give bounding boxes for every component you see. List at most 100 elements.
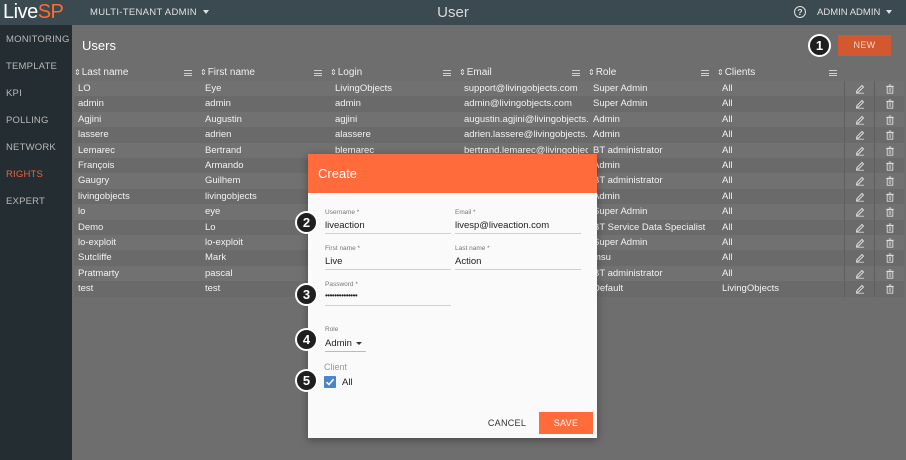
table-cell: All — [722, 144, 733, 156]
users-heading: Users — [82, 38, 116, 53]
delete-button[interactable] — [874, 281, 904, 297]
column-menu-icon[interactable] — [443, 70, 451, 76]
edit-button[interactable] — [844, 173, 874, 189]
table-cell: BT administrator — [593, 144, 663, 156]
sort-icon: ⇕ — [330, 68, 337, 77]
edit-button[interactable] — [844, 235, 874, 251]
edit-button[interactable] — [844, 142, 874, 158]
email-input[interactable]: livesp@liveaction.com — [455, 220, 549, 231]
table-cell: All — [722, 237, 733, 248]
table-row[interactable]: lassere adrien alassere adrien.lassere@livi… — [74, 127, 904, 143]
cancel-button[interactable]: CANCEL — [483, 412, 531, 434]
column-menu-icon[interactable] — [184, 70, 192, 76]
table-cell: augustin.agjini@livingobjects.com — [464, 113, 588, 125]
delete-button[interactable] — [874, 142, 904, 158]
column-header-clients[interactable]: ⇕Clients — [717, 67, 755, 78]
sidebar-item-network[interactable]: NETWORK — [6, 142, 56, 153]
role-underline — [325, 351, 366, 352]
email-underline — [455, 233, 581, 234]
delete-button[interactable] — [874, 96, 904, 112]
delete-button[interactable] — [874, 235, 904, 251]
pencil-icon — [855, 130, 865, 140]
password-input[interactable]: •••••••••••••• — [325, 291, 358, 300]
delete-button[interactable] — [874, 81, 904, 97]
table-cell: BT administrator — [593, 267, 663, 279]
table-cell: BT administrator — [593, 175, 663, 187]
first-name-input[interactable]: Live — [325, 256, 342, 267]
edit-button[interactable] — [844, 81, 874, 97]
delete-button[interactable] — [874, 173, 904, 189]
column-menu-icon[interactable] — [314, 70, 322, 76]
new-user-button[interactable]: NEW — [838, 35, 891, 56]
check-icon — [325, 378, 335, 386]
column-header-role[interactable]: ⇕Role — [588, 67, 616, 78]
sidebar-item-monitoring[interactable]: MONITORING — [6, 34, 70, 45]
edit-button[interactable] — [844, 250, 874, 266]
column-header-last-name[interactable]: ⇕Last name — [74, 67, 128, 78]
delete-button[interactable] — [874, 265, 904, 282]
column-header-login[interactable]: ⇕Login — [330, 67, 362, 78]
edit-button[interactable] — [844, 158, 874, 174]
user-menu[interactable]: ADMIN ADMIN — [817, 7, 893, 18]
delete-button[interactable] — [874, 111, 904, 128]
client-all-checkbox[interactable] — [324, 376, 336, 388]
trash-icon — [886, 192, 894, 202]
table-cell: All — [722, 83, 733, 94]
edit-button[interactable] — [844, 111, 874, 128]
last-name-input[interactable]: Action — [455, 256, 481, 267]
delete-button[interactable] — [874, 219, 904, 235]
sidebar-item-rights[interactable]: RIGHTS — [6, 169, 43, 180]
last-name-label: Last name * — [455, 245, 490, 252]
edit-button[interactable] — [844, 96, 874, 112]
trash-icon — [886, 253, 894, 264]
table-cell: admin@livingobjects.com — [464, 98, 572, 110]
delete-button[interactable] — [874, 250, 904, 266]
sidebar-item-polling[interactable]: POLLING — [6, 115, 49, 126]
trash-icon — [886, 207, 894, 217]
password-label: Password * — [325, 281, 358, 288]
delete-button[interactable] — [874, 127, 904, 143]
pencil-icon — [855, 269, 865, 279]
column-menu-icon[interactable] — [572, 70, 580, 76]
table-row[interactable]: LO Eye LivingObjects support@livingobjects.… — [74, 81, 904, 97]
edit-button[interactable] — [844, 265, 874, 282]
column-header-first-name[interactable]: ⇕First name — [200, 67, 255, 78]
delete-button[interactable] — [874, 188, 904, 205]
edit-button[interactable] — [844, 188, 874, 205]
table-cell: Demo — [78, 221, 104, 233]
table-row[interactable]: Agjini Augustin agjini augustin.agjini@livi… — [74, 111, 904, 128]
column-menu-icon[interactable] — [701, 70, 709, 76]
role-select[interactable]: Admin — [325, 338, 352, 349]
sidebar-item-template[interactable]: TEMPLATE — [6, 61, 57, 72]
username-input[interactable]: liveaction — [325, 220, 365, 231]
table-cell: alassere — [335, 129, 371, 141]
step-marker-1: 1 — [808, 34, 831, 57]
edit-button[interactable] — [844, 219, 874, 235]
edit-button[interactable] — [844, 281, 874, 297]
column-menu-icon[interactable] — [829, 70, 837, 76]
trash-icon — [886, 269, 894, 279]
sidebar-item-kpi[interactable]: KPI — [6, 88, 22, 99]
column-header-email[interactable]: ⇕Email — [459, 67, 492, 78]
username-underline — [325, 233, 451, 234]
trash-icon — [886, 238, 894, 248]
edit-button[interactable] — [844, 204, 874, 220]
password-underline — [325, 305, 451, 306]
table-cell: All — [722, 190, 733, 202]
chevron-down-icon[interactable] — [356, 342, 362, 345]
sort-icon: ⇕ — [588, 68, 595, 77]
edit-button[interactable] — [844, 127, 874, 143]
table-header: ⇕Last name ⇕First name ⇕Login ⇕Email ⇕Ro… — [74, 67, 904, 80]
table-cell: All — [722, 129, 733, 141]
table-row[interactable]: admin admin admin admin@livingobjects.com Su… — [74, 96, 904, 112]
delete-button[interactable] — [874, 204, 904, 220]
save-button[interactable]: SAVE — [539, 412, 593, 434]
table-cell: Admin — [593, 190, 620, 202]
sidebar-item-expert[interactable]: EXPERT — [6, 196, 45, 207]
client-label: Client — [324, 362, 348, 372]
trash-icon — [886, 99, 894, 110]
user-name: ADMIN ADMIN — [817, 7, 881, 18]
help-icon[interactable]: ? — [794, 6, 806, 18]
step-marker-2: 2 — [295, 211, 318, 234]
delete-button[interactable] — [874, 158, 904, 174]
